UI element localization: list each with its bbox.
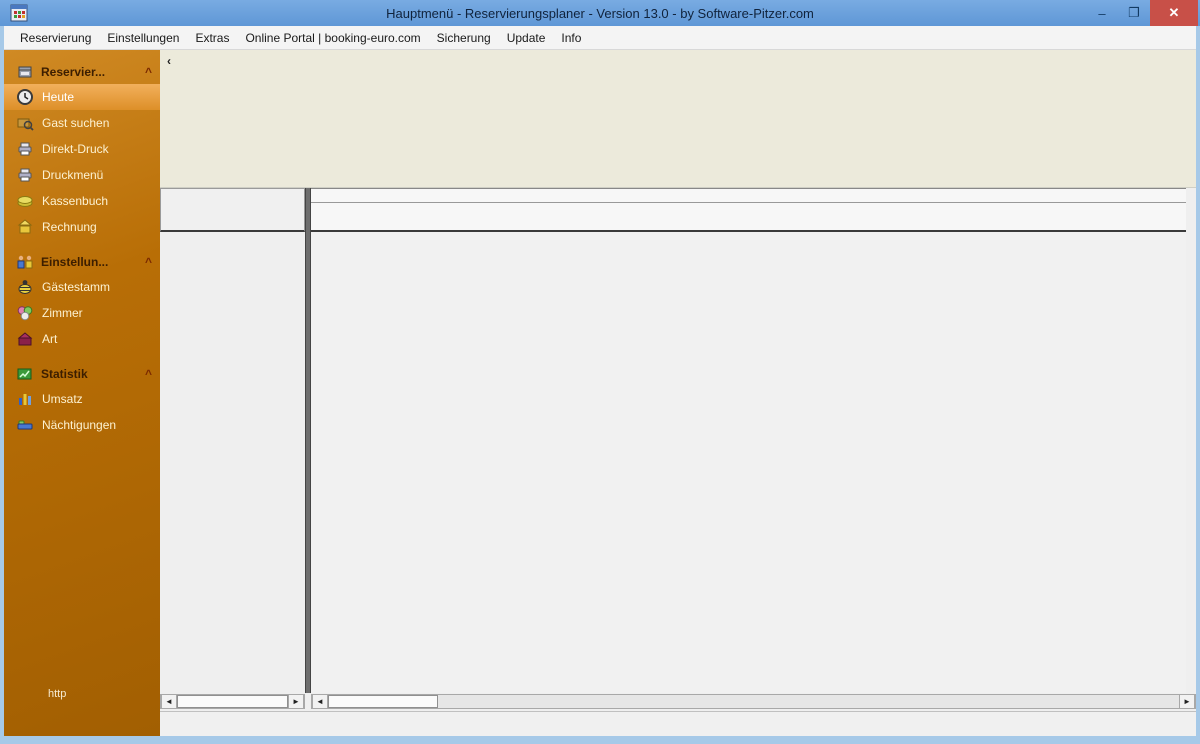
- window-border-right: [1196, 26, 1200, 736]
- menu-bar: ReservierungEinstellungenExtrasOnline Po…: [4, 26, 1196, 50]
- invoice-icon: [16, 218, 34, 236]
- category-icon: [16, 330, 34, 348]
- calendar-prev-arrow-icon[interactable]: ‹: [163, 54, 175, 68]
- sidebar-item-umsatz[interactable]: Umsatz: [4, 386, 160, 412]
- window-border-bottom: [0, 736, 1200, 744]
- timeline-grid: [311, 232, 1186, 693]
- menu-item-extras[interactable]: Extras: [187, 28, 237, 48]
- scroll-right-icon[interactable]: ►: [288, 695, 304, 708]
- scrollbar-row: ◄ ► ◄ ►: [160, 693, 1196, 711]
- sidebar-section-einstellun: Einstellun...^ Gästestamm Zimmer Art: [4, 250, 160, 352]
- sidebar-item-zimmer[interactable]: Zimmer: [4, 300, 160, 326]
- menu-item-reservierung[interactable]: Reservierung: [12, 28, 99, 48]
- sidebar-item-label: Heute: [42, 90, 74, 104]
- chevron-up-icon: ^: [145, 65, 152, 79]
- room-list-header: [160, 188, 305, 232]
- sidebar-section-statistik: Statistik^ Umsatz Nächtigungen: [4, 362, 160, 438]
- calendar-strip: ‹ ›: [160, 50, 1196, 188]
- section-title: Einstellun...: [41, 255, 145, 269]
- sidebar-footer-text: http: [48, 688, 66, 700]
- window-controls: – ❐ ✕: [1086, 0, 1198, 26]
- people-icon: [16, 253, 34, 271]
- sidebar-item-kassenbuch[interactable]: Kassenbuch: [4, 188, 160, 214]
- sidebar-item-gast-suchen[interactable]: Gast suchen: [4, 110, 160, 136]
- sidebar-section-header-statistik[interactable]: Statistik^: [4, 362, 160, 386]
- sidebar: Reservier...^HeuteGast suchenDirekt-Druc…: [4, 50, 160, 736]
- maximize-button[interactable]: ❐: [1118, 0, 1150, 26]
- sidebar-item-label: Rechnung: [42, 220, 97, 234]
- printer-icon: [16, 166, 34, 184]
- sidebar-item-label: Nächtigungen: [42, 418, 116, 432]
- app-icon: [10, 4, 28, 22]
- room-list-hscrollbar[interactable]: ◄ ►: [160, 694, 305, 709]
- close-button[interactable]: ✕: [1150, 0, 1198, 26]
- menu-item-update[interactable]: Update: [499, 28, 554, 48]
- sidebar-section-header-einstellun[interactable]: Einstellun...^: [4, 250, 160, 274]
- sidebar-item-label: Druckmenü: [42, 168, 103, 182]
- sidebar-item-label: Art: [42, 332, 57, 346]
- scroll-left-icon[interactable]: ◄: [312, 695, 328, 708]
- sidebar-item-art[interactable]: Art: [4, 326, 160, 352]
- sidebar-section-reservier: Reservier...^ Heute Gast suchen Direkt-Druc…: [4, 60, 160, 240]
- menu-item-info[interactable]: Info: [553, 28, 589, 48]
- guest-search-icon: [16, 114, 34, 132]
- section-title: Statistik: [41, 367, 145, 381]
- scroll-left-icon[interactable]: ◄: [161, 695, 177, 708]
- window-title: Hauptmenü - Reservierungsplaner - Versio…: [0, 6, 1200, 21]
- scroll-thumb[interactable]: [177, 695, 288, 708]
- reservation-book-icon: [16, 63, 34, 81]
- bed-icon: [16, 416, 34, 434]
- barchart-icon: [16, 390, 34, 408]
- chevron-up-icon: ^: [145, 367, 152, 381]
- sidebar-item-direkt-druck[interactable]: Direkt-Druck: [4, 136, 160, 162]
- sidebar-item-rechnung[interactable]: Rechnung: [4, 214, 160, 240]
- chevron-up-icon: ^: [145, 255, 152, 269]
- reservation-gantt: ◄ ► ◄ ►: [160, 188, 1196, 711]
- menu-items: ReservierungEinstellungenExtrasOnline Po…: [12, 28, 589, 48]
- sidebar-item-nächtigungen[interactable]: Nächtigungen: [4, 412, 160, 438]
- scroll-thumb[interactable]: [328, 695, 438, 708]
- sidebar-item-label: Gästestamm: [42, 280, 110, 294]
- menu-item-sicherung[interactable]: Sicherung: [429, 28, 499, 48]
- timeline-header: [311, 188, 1186, 232]
- menu-item-online-portal-booking-euro-com[interactable]: Online Portal | booking-euro.com: [237, 28, 428, 48]
- rooms-icon: [16, 304, 34, 322]
- title-bar: Hauptmenü - Reservierungsplaner - Versio…: [0, 0, 1200, 26]
- sidebar-item-heute[interactable]: Heute: [4, 84, 160, 110]
- sidebar-item-label: Gast suchen: [42, 116, 109, 130]
- clock-icon: [16, 88, 34, 106]
- sidebar-item-druckmenü[interactable]: Druckmenü: [4, 162, 160, 188]
- timeline-hscrollbar[interactable]: ◄ ►: [311, 694, 1196, 709]
- sidebar-item-label: Kassenbuch: [42, 194, 108, 208]
- sidebar-item-gästestamm[interactable]: Gästestamm: [4, 274, 160, 300]
- status-bar: [160, 711, 1196, 736]
- sidebar-item-label: Direkt-Druck: [42, 142, 109, 156]
- printer-icon: [16, 140, 34, 158]
- cashbook-icon: [16, 192, 34, 210]
- menu-item-einstellungen[interactable]: Einstellungen: [99, 28, 187, 48]
- app-window: Hauptmenü - Reservierungsplaner - Versio…: [0, 0, 1200, 744]
- minimize-button[interactable]: –: [1086, 0, 1118, 26]
- chart-icon: [16, 365, 34, 383]
- scroll-right-icon[interactable]: ►: [1179, 695, 1195, 708]
- window-border-left: [0, 26, 4, 736]
- section-title: Reservier...: [41, 65, 145, 79]
- sidebar-item-label: Umsatz: [42, 392, 83, 406]
- sidebar-section-header-reservier[interactable]: Reservier...^: [4, 60, 160, 84]
- sidebar-item-label: Zimmer: [42, 306, 83, 320]
- bee-icon: [16, 278, 34, 296]
